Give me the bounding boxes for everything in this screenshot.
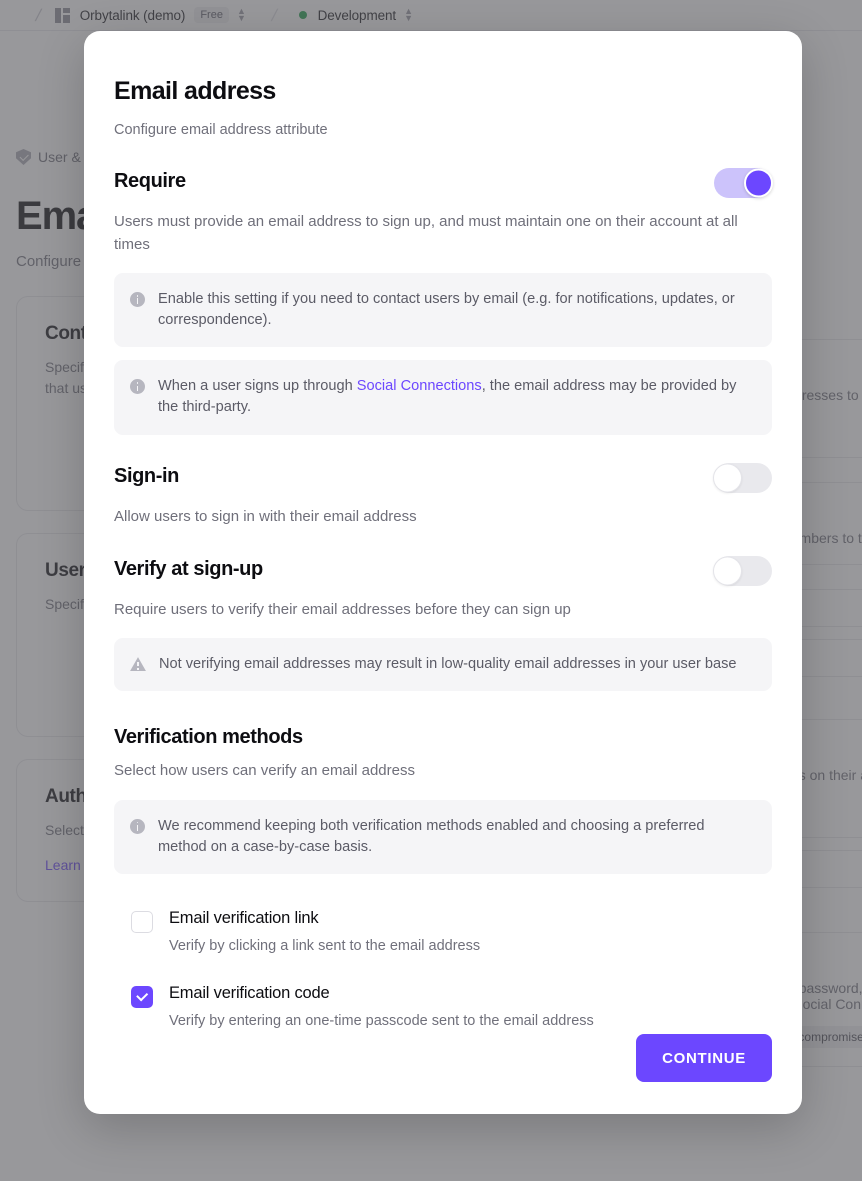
require-toggle[interactable] — [714, 167, 773, 198]
setting-description: Require users to verify their email addr… — [114, 600, 571, 618]
verification-method-email-link[interactable]: Email verification link Verify by clicki… — [114, 902, 772, 964]
setting-label: Sign-in — [114, 464, 179, 487]
toggle-knob — [713, 463, 742, 493]
setting-verify-at-sign-up: Verify at sign-up Require users to verif… — [114, 555, 772, 692]
modal-footer: CONTINUE — [84, 1034, 802, 1114]
setting-description: Allow users to sign in with their email … — [114, 507, 417, 525]
callout-recommendation: We recommend keeping both verification m… — [114, 799, 772, 874]
verification-methods-title: Verification methods — [114, 726, 303, 749]
checkbox-email-verification-link[interactable] — [131, 910, 153, 933]
callout-text-before: When a user signs up through — [158, 378, 357, 395]
modal-title: Email address — [114, 77, 276, 105]
verification-methods-subtitle: Select how users can verify an email add… — [114, 762, 415, 780]
verification-method-email-code[interactable]: Email verification code Verify by enteri… — [114, 977, 772, 1034]
callout-text: Enable this setting if you need to conta… — [158, 291, 735, 329]
method-description: Verify by clicking a link sent to the em… — [169, 937, 481, 954]
callout-social-connections: When a user signs up through Social Conn… — [114, 360, 772, 435]
warning-icon — [130, 657, 146, 672]
callout-info: Enable this setting if you need to conta… — [114, 273, 772, 348]
info-icon — [130, 292, 145, 307]
info-icon — [130, 379, 145, 395]
callout-text: When a user signs up through Social Conn… — [158, 376, 754, 418]
verification-methods-list: Email verification link Verify by clicki… — [114, 902, 772, 1034]
modal-body: Email address Configure email address at… — [84, 31, 802, 1034]
callout-text: Not verifying email addresses may result… — [159, 656, 737, 673]
setting-sign-in: Sign-in Allow users to sign in with thei… — [114, 462, 772, 528]
section-verification-methods: Verification methods Select how users ca… — [114, 724, 772, 1034]
modal-subtitle: Configure email address attribute — [114, 121, 328, 138]
callout-warning: Not verifying email addresses may result… — [114, 638, 772, 692]
callout-text: We recommend keeping both verification m… — [158, 817, 705, 855]
checkbox-email-verification-code[interactable] — [131, 986, 153, 1009]
info-icon — [130, 818, 145, 834]
setting-label: Verify at sign-up — [114, 557, 263, 580]
social-connections-link[interactable]: Social Connections — [357, 378, 482, 394]
method-label: Email verification link — [169, 908, 319, 927]
method-description: Verify by entering an one-time passcode … — [169, 1013, 594, 1029]
continue-button[interactable]: CONTINUE — [636, 1034, 772, 1082]
setting-description: Users must provide an email address to s… — [114, 212, 738, 253]
toggle-knob — [713, 556, 742, 586]
setting-label: Require — [114, 169, 186, 192]
email-address-modal: Email address Configure email address at… — [84, 31, 802, 1114]
method-label: Email verification code — [169, 984, 330, 1003]
sign-in-toggle[interactable] — [713, 462, 772, 493]
verify-at-sign-up-toggle[interactable] — [713, 555, 772, 586]
toggle-knob — [744, 168, 773, 197]
setting-require: Require Users must provide an email addr… — [114, 167, 773, 435]
